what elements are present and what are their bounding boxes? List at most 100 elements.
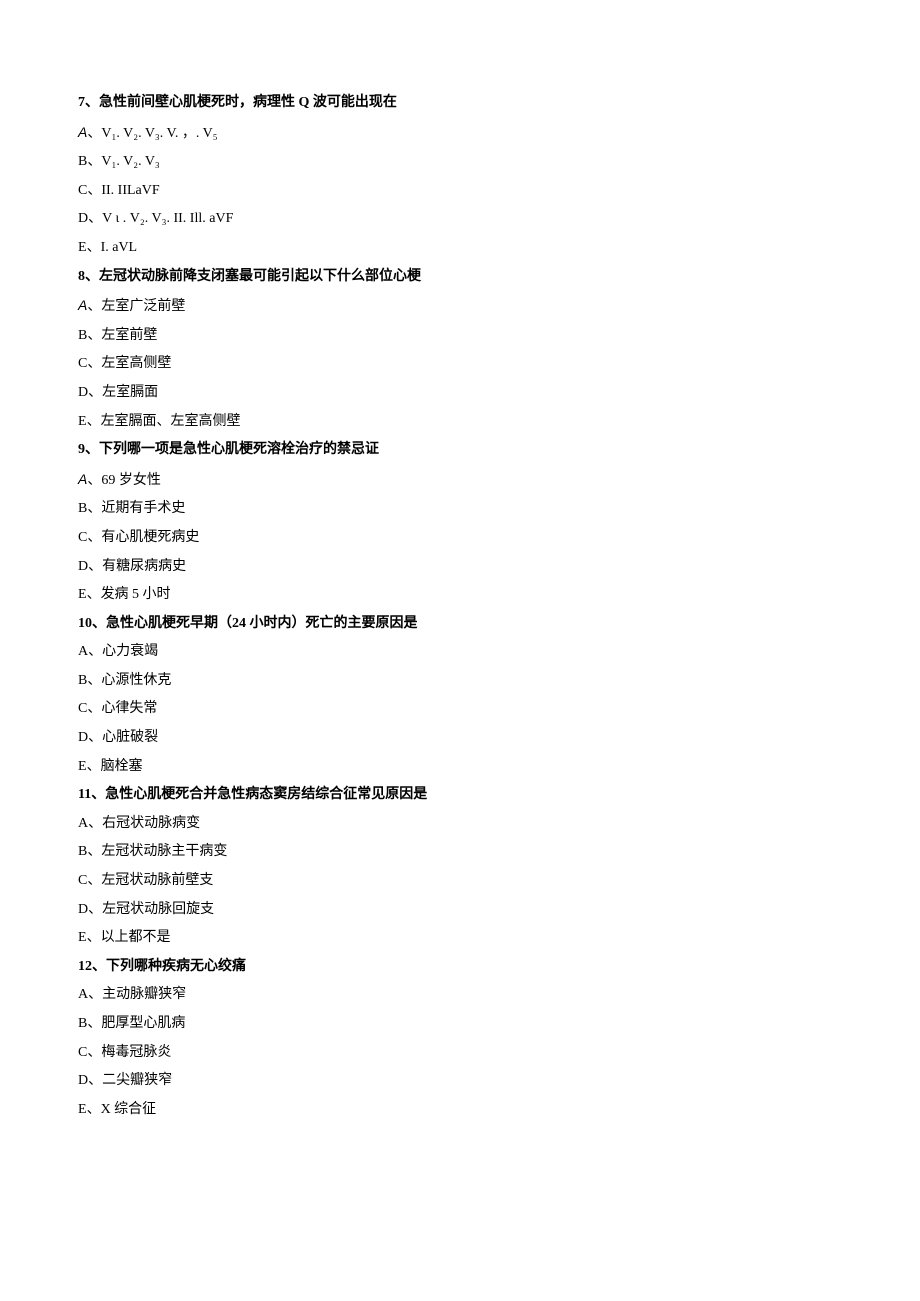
question-8-option-c: C、左室高侧壁 <box>78 351 842 378</box>
page: 7、急性前间壁心肌梗死时，病理性 Q 波可能出现在 A、V₁. V₂. V₃. … <box>0 0 920 1301</box>
option-sep: 、 <box>88 385 102 400</box>
option-sep: 、 <box>87 873 101 888</box>
option-label: C <box>78 183 87 198</box>
question-12-option-c: C、梅毒冠脉炎 <box>78 1040 842 1067</box>
question-10-option-a: A、心力衰竭 <box>78 639 842 666</box>
option-text: 以上都不是 <box>101 930 171 945</box>
option-text: 左室高侧壁 <box>101 356 171 371</box>
option-text: 左室广泛前壁 <box>101 299 185 314</box>
question-11-option-d: D、左冠状动脉回旋支 <box>78 897 842 924</box>
option-sep: 、 <box>87 299 101 314</box>
option-text: V ι . V₂. V₃. II. Ill. aVF <box>102 211 233 226</box>
option-text: X 综合征 <box>101 1102 157 1117</box>
option-sep: 、 <box>87 328 101 343</box>
option-sep: 、 <box>87 473 101 488</box>
option-text: 心力衰竭 <box>102 644 158 659</box>
option-text: 左冠状动脉前壁支 <box>101 873 213 888</box>
option-label: E <box>78 414 87 429</box>
question-9-option-c: C、有心肌梗死病史 <box>78 525 842 552</box>
option-text: 左冠状动脉主干病变 <box>101 844 227 859</box>
option-sep: 、 <box>87 154 101 169</box>
option-label: E <box>78 759 87 774</box>
question-7-option-c: C、II. IILaVF <box>78 178 842 205</box>
option-sep: 、 <box>88 559 102 574</box>
question-12-option-b: B、肥厚型心肌病 <box>78 1011 842 1038</box>
option-sep: 、 <box>87 126 101 141</box>
question-10-option-c: C、心律失常 <box>78 696 842 723</box>
option-text: 69 岁女性 <box>101 473 161 488</box>
option-sep: 、 <box>87 183 101 198</box>
option-label: D <box>78 730 88 745</box>
question-8-option-b: B、左室前壁 <box>78 323 842 350</box>
option-sep: 、 <box>88 902 102 917</box>
option-label: A <box>78 471 87 487</box>
option-sep: 、 <box>87 1045 101 1060</box>
option-sep: 、 <box>87 414 101 429</box>
question-12-option-d: D、二尖瓣狭窄 <box>78 1068 842 1095</box>
question-9-option-a: A、69 岁女性 <box>78 466 842 495</box>
question-12-stem: 12、下列哪种疾病无心绞痛 <box>78 954 842 981</box>
option-sep: 、 <box>87 530 101 545</box>
question-9-stem: 9、下列哪一项是急性心肌梗死溶栓治疗的禁忌证 <box>78 437 842 464</box>
option-text: 心脏破裂 <box>102 730 158 745</box>
option-label: D <box>78 211 88 226</box>
question-text: 急性前间壁心肌梗死时，病理性 Q 波可能出现在 <box>99 95 397 110</box>
question-11-option-b: B、左冠状动脉主干病变 <box>78 839 842 866</box>
option-sep: 、 <box>87 240 101 255</box>
option-text: 心源性休克 <box>101 673 171 688</box>
option-label: B <box>78 328 87 343</box>
question-text: 急性心肌梗死合并急性病态窦房结综合征常见原因是 <box>105 787 427 802</box>
question-number: 12、 <box>78 959 106 974</box>
option-label: D <box>78 902 88 917</box>
option-text: 脑栓塞 <box>101 759 143 774</box>
option-label: C <box>78 701 87 716</box>
option-sep: 、 <box>87 356 101 371</box>
question-8-option-a: A、左室广泛前壁 <box>78 292 842 321</box>
option-text: 左室前壁 <box>101 328 157 343</box>
option-text: 左冠状动脉回旋支 <box>102 902 214 917</box>
option-sep: 、 <box>88 730 102 745</box>
option-text: 有心肌梗死病史 <box>101 530 199 545</box>
question-12-option-e: E、X 综合征 <box>78 1097 842 1124</box>
option-sep: 、 <box>88 816 102 831</box>
question-11-stem: 11、急性心肌梗死合并急性病态窦房结综合征常见原因是 <box>78 782 842 809</box>
option-label: E <box>78 587 87 602</box>
option-label: B <box>78 673 87 688</box>
option-sep: 、 <box>88 644 102 659</box>
option-label: E <box>78 240 87 255</box>
question-number: 10、 <box>78 616 106 631</box>
option-label: B <box>78 154 87 169</box>
question-9-option-d: D、有糖尿病病史 <box>78 554 842 581</box>
question-text: 左冠状动脉前降支闭塞最可能引起以下什么部位心梗 <box>99 269 421 284</box>
option-text: 左室膈面、左室高侧壁 <box>101 414 241 429</box>
question-text: 急性心肌梗死早期（24 小时内）死亡的主要原因是 <box>106 616 418 631</box>
option-text: 心律失常 <box>101 701 157 716</box>
option-label: A <box>78 987 88 1002</box>
question-7-stem: 7、急性前间壁心肌梗死时，病理性 Q 波可能出现在 <box>78 90 842 117</box>
option-label: A <box>78 124 87 140</box>
option-sep: 、 <box>87 701 101 716</box>
option-label: A <box>78 297 87 313</box>
option-sep: 、 <box>87 844 101 859</box>
option-label: B <box>78 844 87 859</box>
question-number: 7、 <box>78 95 99 110</box>
question-number: 11、 <box>78 787 105 802</box>
question-12-option-a: A、主动脉瓣狭窄 <box>78 982 842 1009</box>
option-label: E <box>78 930 87 945</box>
option-text: 左室膈面 <box>102 385 158 400</box>
option-text: V₁. V₂. V₃. V. ，. V₅ <box>101 126 217 141</box>
question-11-option-e: E、以上都不是 <box>78 925 842 952</box>
option-text: II. IILaVF <box>101 183 159 198</box>
question-10-stem: 10、急性心肌梗死早期（24 小时内）死亡的主要原因是 <box>78 611 842 638</box>
question-8-stem: 8、左冠状动脉前降支闭塞最可能引起以下什么部位心梗 <box>78 264 842 291</box>
option-label: A <box>78 816 88 831</box>
option-label: C <box>78 356 87 371</box>
question-11-option-c: C、左冠状动脉前壁支 <box>78 868 842 895</box>
question-9-option-e: E、发病 5 小时 <box>78 582 842 609</box>
option-label: B <box>78 501 87 516</box>
question-10-option-e: E、脑栓塞 <box>78 754 842 781</box>
option-label: D <box>78 559 88 574</box>
question-text: 下列哪一项是急性心肌梗死溶栓治疗的禁忌证 <box>99 442 379 457</box>
option-label: D <box>78 1073 88 1088</box>
option-text: 右冠状动脉病变 <box>102 816 200 831</box>
